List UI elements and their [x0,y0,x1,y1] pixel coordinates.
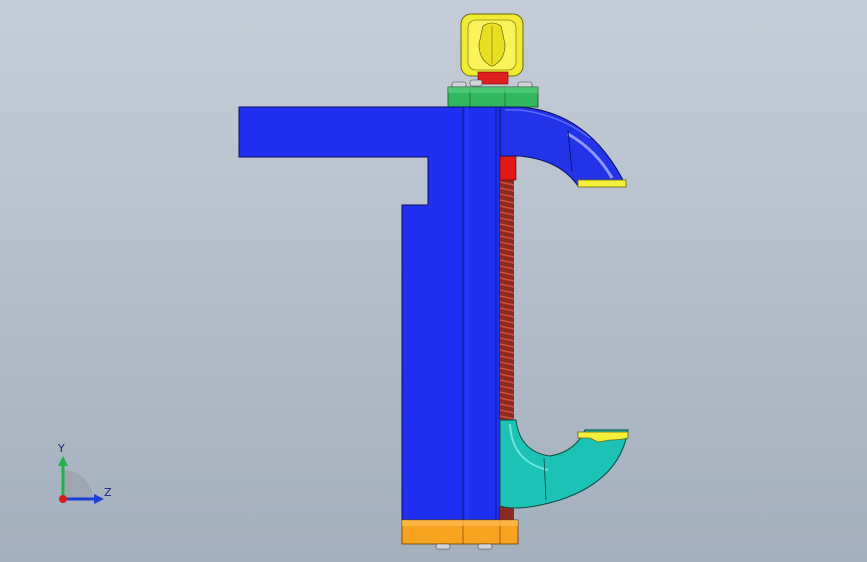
graphics-viewport[interactable]: Y Z [0,0,867,562]
z-axis-label: Z [104,486,112,499]
lower-jaw[interactable] [499,419,629,509]
z-axis-arrow [94,494,104,504]
base-plate[interactable] [401,519,519,550]
collar[interactable] [447,86,539,108]
knob[interactable] [460,13,524,77]
upper-jaw[interactable] [499,106,627,188]
y-axis-label: Y [58,442,65,455]
frame-body[interactable] [238,106,501,521]
orientation-triad [58,456,104,504]
origin-dot [59,495,67,503]
neck-ring [477,71,509,85]
upper-jaw-pad [577,179,627,188]
model-render[interactable] [0,0,867,562]
y-axis-arrow [58,456,68,466]
